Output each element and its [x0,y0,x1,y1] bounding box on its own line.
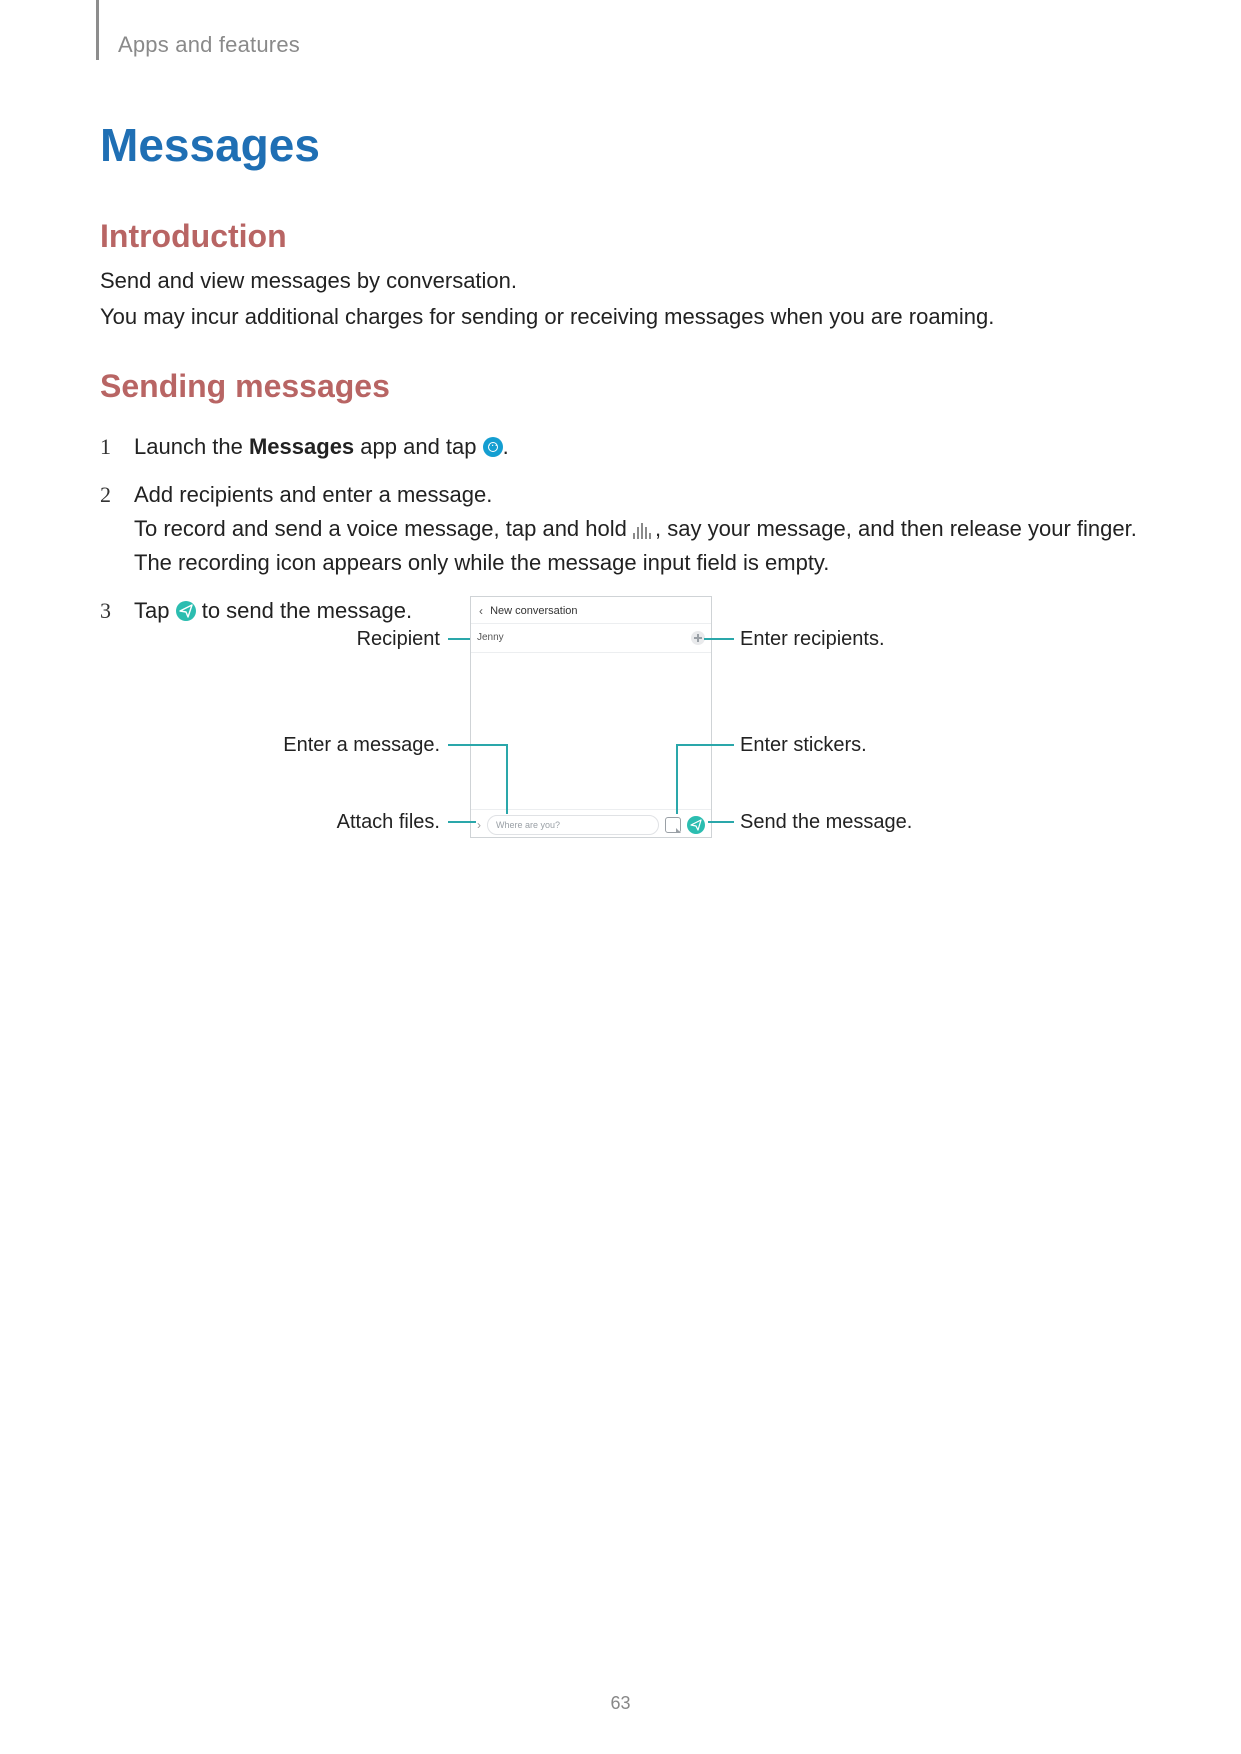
leader-line [676,744,734,746]
page-number: 63 [0,1693,1241,1714]
callout-enter-message: Enter a message. [100,734,440,757]
step-1: 1 Launch the Messages app and tap . [100,430,1141,464]
compose-icon [483,437,503,457]
step-1-text-post: app and tap [354,434,482,459]
page-title: Messages [100,118,320,172]
heading-sending-messages: Sending messages [100,368,390,405]
attach-chevron-icon: › [477,818,481,832]
manual-page: Apps and features Messages Introduction … [0,0,1241,1754]
intro-paragraph-1: Send and view messages by conversation. [100,264,1141,298]
step-2: 2 Add recipients and enter a message. To… [100,478,1141,580]
step-1-end: . [503,434,509,459]
voice-wave-icon [633,523,655,539]
phone-header-title: New conversation [490,605,577,617]
step-2-line2-pre: To record and send a voice message, tap … [134,516,633,541]
callout-enter-stickers: Enter stickers. [740,734,867,757]
callout-recipient: Recipient [100,628,440,651]
sticker-icon [665,817,681,833]
step-1-bold: Messages [249,434,354,459]
leader-line [708,821,734,823]
callout-send-message: Send the message. [740,811,912,834]
add-recipient-icon [691,631,705,645]
compose-input: Where are you? [487,815,659,835]
step-number: 2 [100,478,111,512]
callout-enter-recipients: Enter recipients. [740,628,885,651]
edge-rule [96,0,99,60]
recipient-row: Jenny [471,624,711,653]
phone-header: ‹ New conversation [471,597,711,624]
leader-line [448,744,508,746]
leader-line [448,638,470,640]
callout-attach-files: Attach files. [100,811,440,834]
leader-line [676,744,678,814]
step-1-text-pre: Launch the [134,434,249,459]
intro-paragraph-2: You may incur additional charges for sen… [100,300,1141,334]
step-number: 1 [100,430,111,464]
step-2-line1: Add recipients and enter a message. [134,482,492,507]
leader-line [704,638,734,640]
recipient-value: Jenny [477,624,504,652]
messages-diagram: ‹ New conversation Jenny › Where are you… [100,596,1141,856]
back-chevron-icon: ‹ [479,598,483,624]
send-button-icon [687,816,705,834]
heading-introduction: Introduction [100,218,287,255]
leader-line [506,744,508,814]
breadcrumb: Apps and features [118,32,300,58]
leader-line [448,821,476,823]
